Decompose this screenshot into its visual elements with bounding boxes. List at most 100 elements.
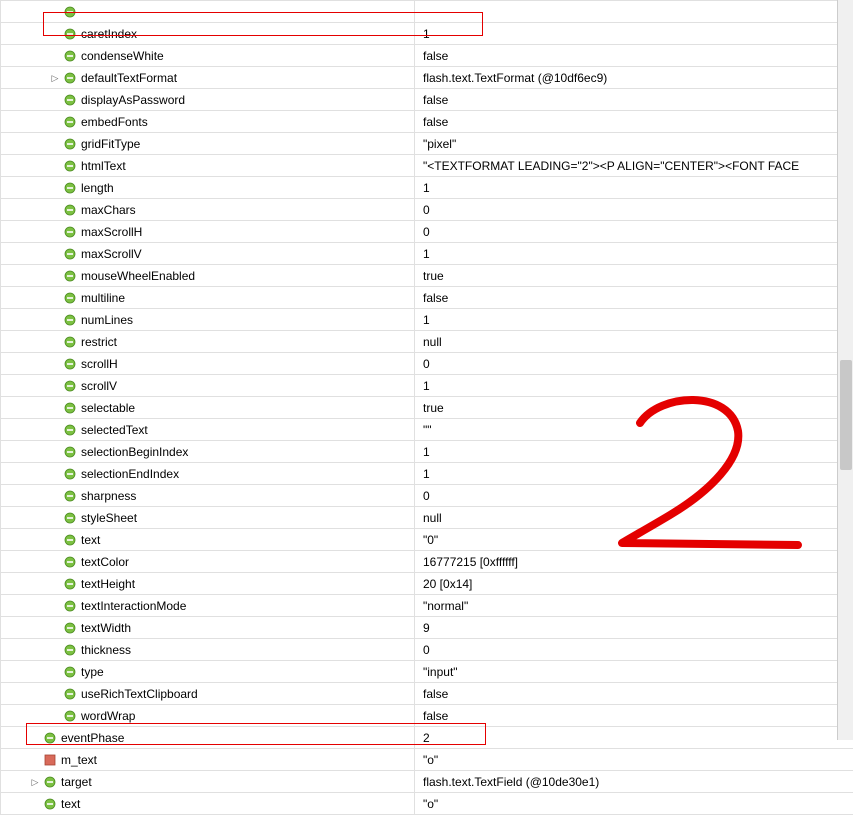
table-row[interactable]: ▷defaultTextFormatflash.text.TextFormat … <box>1 67 853 89</box>
table-row[interactable]: caretIndex1 <box>1 23 853 45</box>
property-name-cell[interactable]: gridFitType <box>1 133 415 154</box>
property-name-cell[interactable]: maxScrollH <box>1 221 415 242</box>
table-row[interactable]: wordWrapfalse <box>1 705 853 727</box>
property-value-cell[interactable]: 0 <box>415 485 853 506</box>
property-name-cell[interactable]: textColor <box>1 551 415 572</box>
property-value-cell[interactable]: 1 <box>415 463 853 484</box>
table-row[interactable]: textWidth9 <box>1 617 853 639</box>
table-row[interactable]: useRichTextClipboardfalse <box>1 683 853 705</box>
property-value-cell[interactable]: null <box>415 507 853 528</box>
table-row[interactable]: numLines1 <box>1 309 853 331</box>
property-name-cell[interactable]: ▷target <box>1 771 415 792</box>
table-row[interactable]: sharpness0 <box>1 485 853 507</box>
table-row[interactable]: selectionEndIndex1 <box>1 463 853 485</box>
property-name-cell[interactable]: condenseWhite <box>1 45 415 66</box>
expander-icon[interactable]: ▷ <box>49 67 61 88</box>
property-name-cell[interactable]: multiline <box>1 287 415 308</box>
property-value-cell[interactable]: 0 <box>415 221 853 242</box>
table-row[interactable] <box>1 1 853 23</box>
table-row[interactable]: embedFontsfalse <box>1 111 853 133</box>
property-value-cell[interactable]: 1 <box>415 375 853 396</box>
property-value-cell[interactable]: "pixel" <box>415 133 853 154</box>
property-name-cell[interactable]: length <box>1 177 415 198</box>
property-value-cell[interactable]: false <box>415 705 853 726</box>
table-row[interactable]: selectionBeginIndex1 <box>1 441 853 463</box>
property-name-cell[interactable]: embedFonts <box>1 111 415 132</box>
property-name-cell[interactable]: textHeight <box>1 573 415 594</box>
table-row[interactable]: displayAsPasswordfalse <box>1 89 853 111</box>
property-value-cell[interactable]: false <box>415 45 853 66</box>
property-name-cell[interactable]: sharpness <box>1 485 415 506</box>
property-name-cell[interactable]: m_text <box>1 749 415 770</box>
table-row[interactable]: textInteractionMode"normal" <box>1 595 853 617</box>
property-name-cell[interactable]: scrollH <box>1 353 415 374</box>
property-value-cell[interactable]: false <box>415 89 853 110</box>
property-name-cell[interactable]: thickness <box>1 639 415 660</box>
property-name-cell[interactable]: textWidth <box>1 617 415 638</box>
table-row[interactable]: mouseWheelEnabledtrue <box>1 265 853 287</box>
property-value-cell[interactable]: 1 <box>415 309 853 330</box>
property-value-cell[interactable]: "" <box>415 419 853 440</box>
property-value-cell[interactable]: 2 <box>415 727 853 748</box>
table-row[interactable]: maxChars0 <box>1 199 853 221</box>
property-value-cell[interactable]: 0 <box>415 199 853 220</box>
table-row[interactable]: maxScrollV1 <box>1 243 853 265</box>
table-row[interactable]: m_text"o" <box>1 749 853 771</box>
property-name-cell[interactable]: ▷defaultTextFormat <box>1 67 415 88</box>
property-grid[interactable]: caretIndex1condenseWhitefalse▷defaultTex… <box>0 0 853 815</box>
property-name-cell[interactable]: caretIndex <box>1 23 415 44</box>
property-value-cell[interactable]: "0" <box>415 529 853 550</box>
property-name-cell[interactable]: type <box>1 661 415 682</box>
property-value-cell[interactable]: false <box>415 683 853 704</box>
table-row[interactable]: styleSheetnull <box>1 507 853 529</box>
property-value-cell[interactable]: 1 <box>415 243 853 264</box>
property-name-cell[interactable]: scrollV <box>1 375 415 396</box>
property-value-cell[interactable]: true <box>415 265 853 286</box>
property-value-cell[interactable]: true <box>415 397 853 418</box>
property-value-cell[interactable]: flash.text.TextFormat (@10df6ec9) <box>415 67 853 88</box>
table-row[interactable]: textColor16777215 [0xffffff] <box>1 551 853 573</box>
property-value-cell[interactable]: flash.text.TextField (@10de30e1) <box>415 771 853 792</box>
table-row[interactable]: maxScrollH0 <box>1 221 853 243</box>
property-name-cell[interactable]: wordWrap <box>1 705 415 726</box>
table-row[interactable]: condenseWhitefalse <box>1 45 853 67</box>
property-value-cell[interactable]: 1 <box>415 23 853 44</box>
table-row[interactable]: text"o" <box>1 793 853 815</box>
property-value-cell[interactable]: "normal" <box>415 595 853 616</box>
property-name-cell[interactable]: maxScrollV <box>1 243 415 264</box>
table-row[interactable]: text"0" <box>1 529 853 551</box>
property-value-cell[interactable]: 1 <box>415 177 853 198</box>
property-name-cell[interactable]: maxChars <box>1 199 415 220</box>
property-name-cell[interactable]: mouseWheelEnabled <box>1 265 415 286</box>
table-row[interactable]: length1 <box>1 177 853 199</box>
property-name-cell[interactable]: restrict <box>1 331 415 352</box>
property-value-cell[interactable]: "input" <box>415 661 853 682</box>
table-row[interactable]: multilinefalse <box>1 287 853 309</box>
table-row[interactable]: scrollH0 <box>1 353 853 375</box>
table-row[interactable]: textHeight20 [0x14] <box>1 573 853 595</box>
scrollbar-thumb[interactable] <box>840 360 852 470</box>
table-row[interactable]: restrictnull <box>1 331 853 353</box>
table-row[interactable]: gridFitType"pixel" <box>1 133 853 155</box>
property-value-cell[interactable]: 0 <box>415 639 853 660</box>
property-name-cell[interactable]: numLines <box>1 309 415 330</box>
property-value-cell[interactable]: "<TEXTFORMAT LEADING="2"><P ALIGN="CENTE… <box>415 155 853 176</box>
vertical-scrollbar[interactable] <box>837 0 853 740</box>
property-value-cell[interactable]: 9 <box>415 617 853 638</box>
property-value-cell[interactable]: null <box>415 331 853 352</box>
expander-icon[interactable]: ▷ <box>29 771 41 792</box>
property-name-cell[interactable]: selectable <box>1 397 415 418</box>
table-row[interactable]: type"input" <box>1 661 853 683</box>
table-row[interactable]: selectedText"" <box>1 419 853 441</box>
property-name-cell[interactable]: selectionBeginIndex <box>1 441 415 462</box>
property-value-cell[interactable]: 0 <box>415 353 853 374</box>
property-name-cell[interactable]: styleSheet <box>1 507 415 528</box>
table-row[interactable]: htmlText"<TEXTFORMAT LEADING="2"><P ALIG… <box>1 155 853 177</box>
property-value-cell[interactable]: "o" <box>415 749 853 770</box>
property-value-cell[interactable]: false <box>415 287 853 308</box>
property-name-cell[interactable]: text <box>1 529 415 550</box>
property-name-cell[interactable]: selectedText <box>1 419 415 440</box>
property-value-cell[interactable] <box>415 1 853 22</box>
property-name-cell[interactable] <box>1 1 415 22</box>
property-name-cell[interactable]: useRichTextClipboard <box>1 683 415 704</box>
